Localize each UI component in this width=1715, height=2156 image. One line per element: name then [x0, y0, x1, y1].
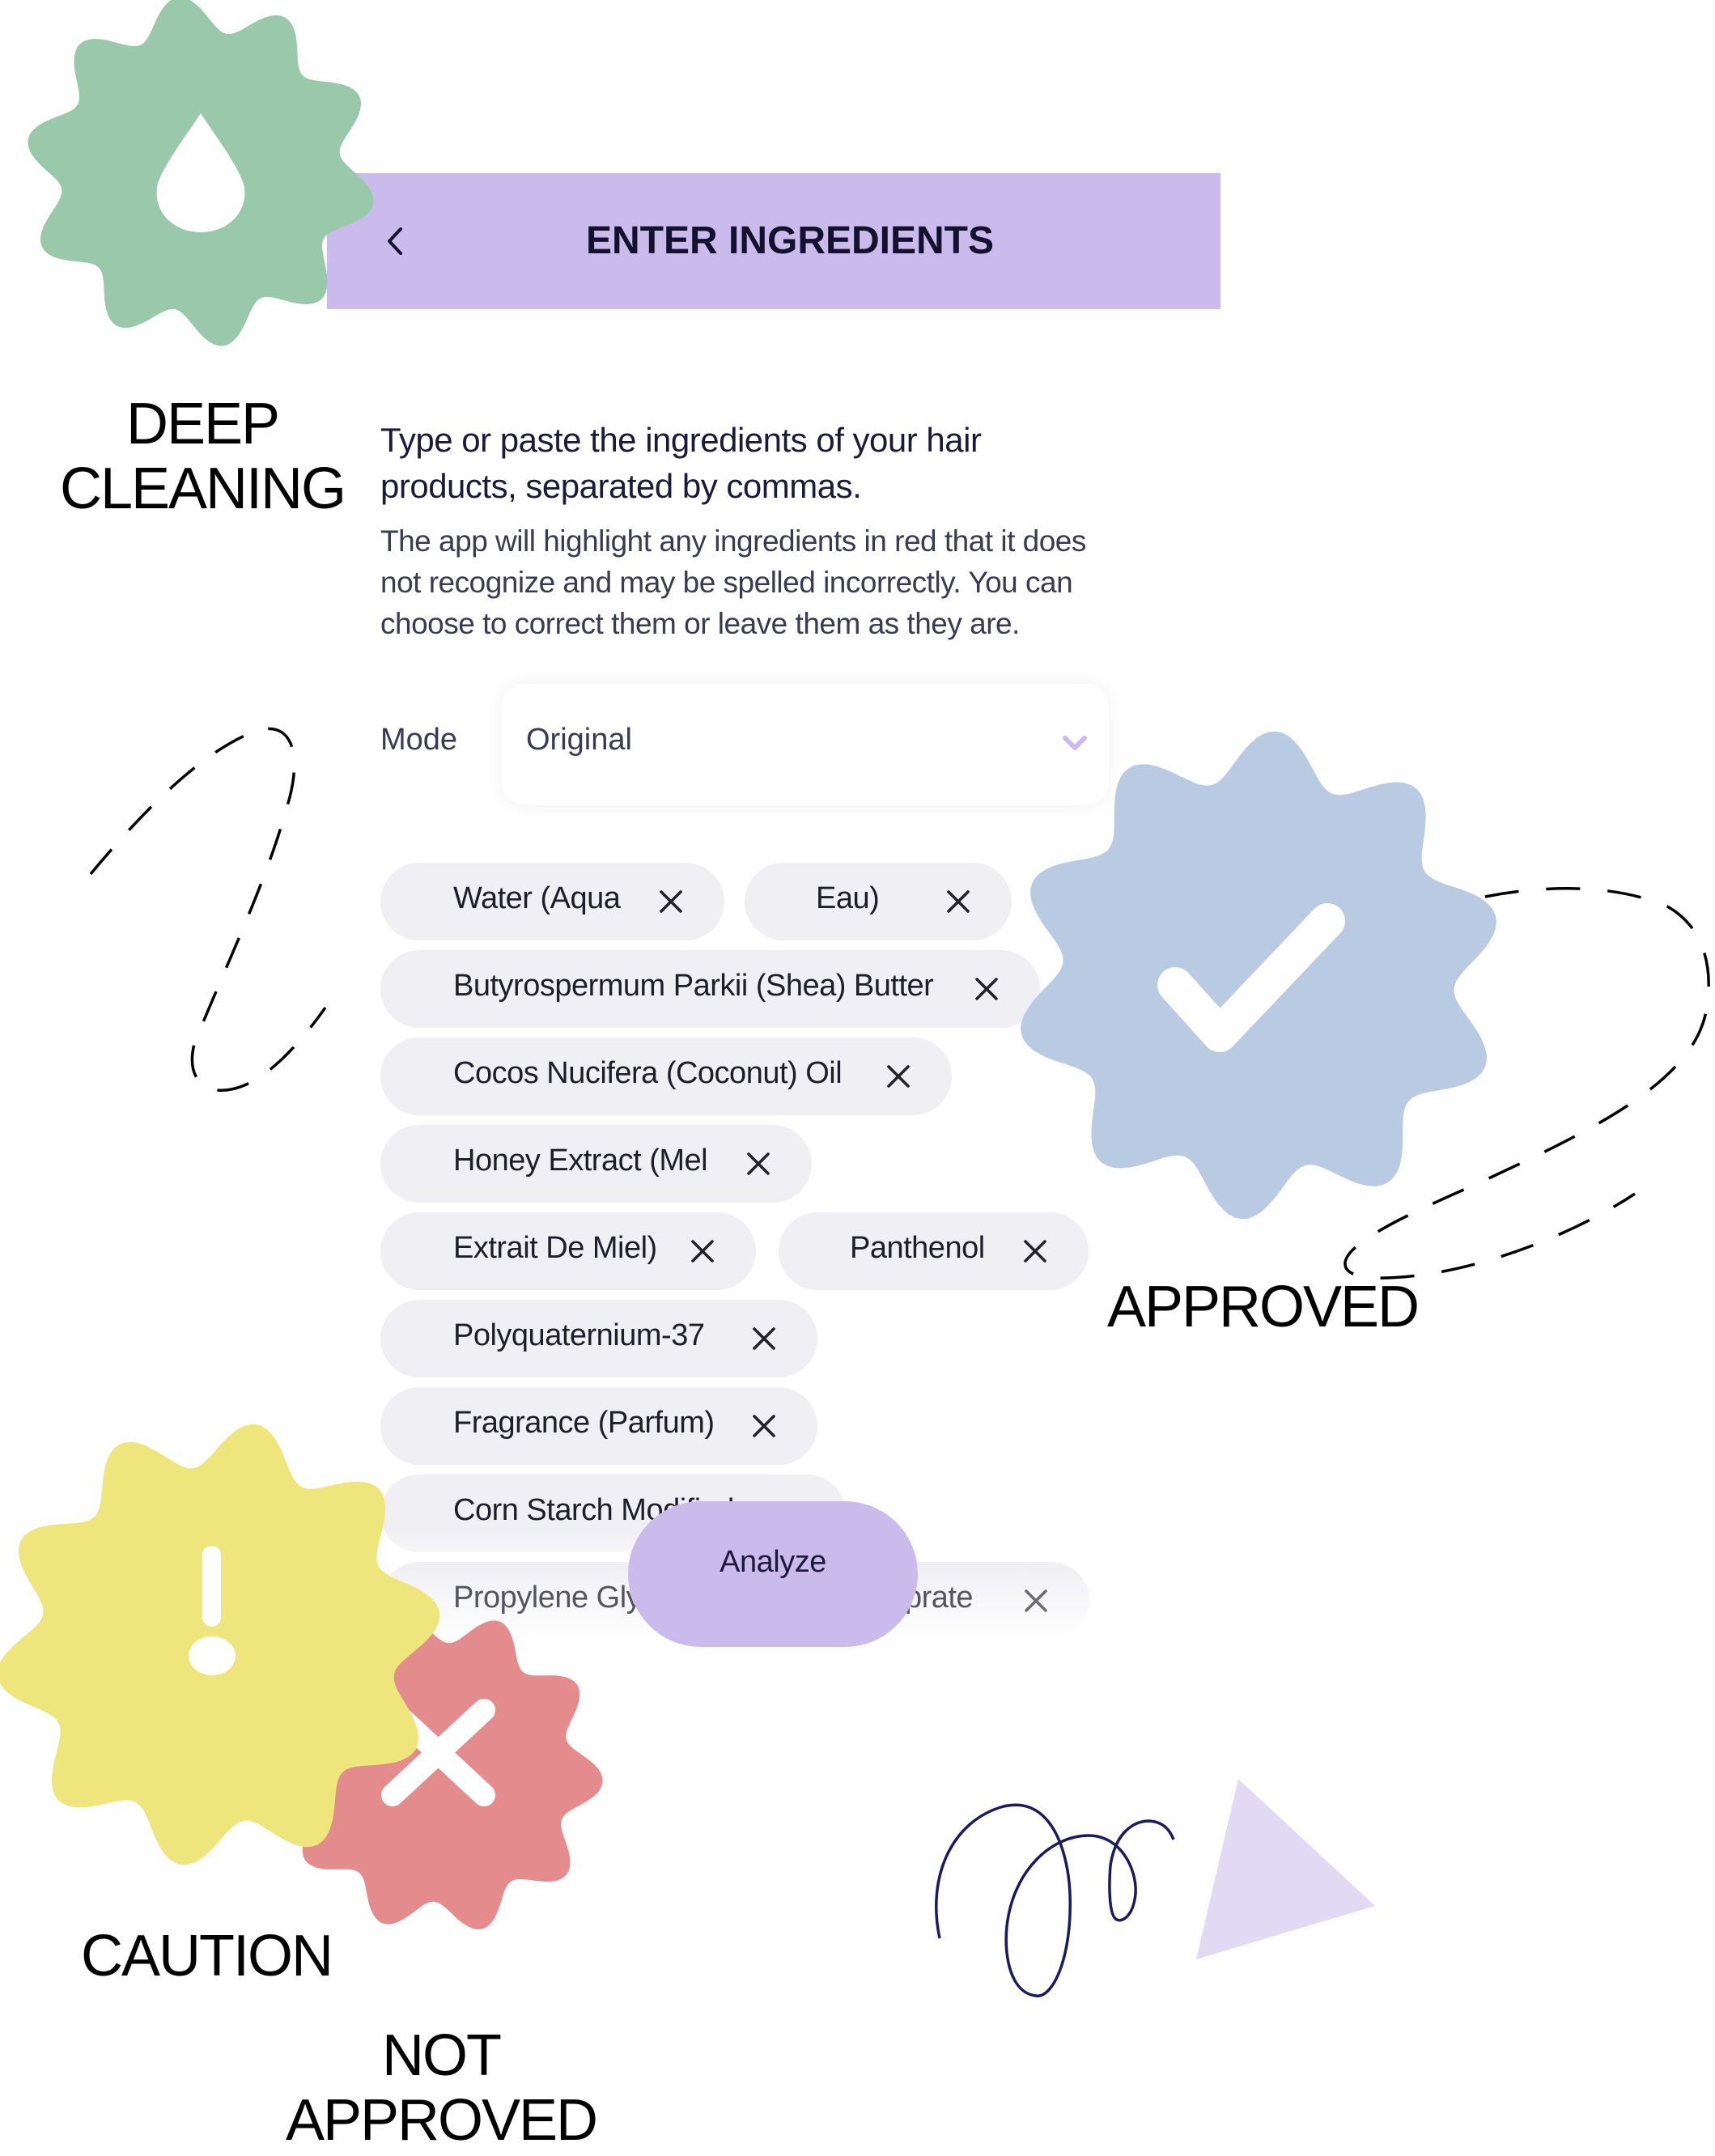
ingredient-chip[interactable]: Water (Aqua — [380, 863, 724, 940]
ingredient-chip-label: Honey Extract (Mel — [453, 1144, 708, 1178]
approved-label: APPROVED — [1106, 1275, 1420, 1339]
intro-heading: Type or paste the ingredients of your ha… — [380, 417, 1109, 509]
x-mark-icon — [381, 1699, 495, 1806]
not-approved-label: NOT APPROVED — [259, 2023, 623, 2153]
close-icon[interactable] — [1021, 1237, 1050, 1266]
analyze-button-label: Analyze — [720, 1545, 826, 1579]
page-title: ENTER INGREDIENTS — [585, 219, 995, 262]
ingredient-chip-label: Fragrance (Parfum) — [453, 1406, 715, 1440]
triangle-shape — [1196, 1779, 1375, 1959]
not-approved-line1: NOT — [382, 2023, 502, 2088]
dashed-loop-left — [89, 727, 327, 1092]
not-approved-badge — [279, 1615, 603, 1929]
approved-badge — [1021, 731, 1496, 1220]
ingredient-chip-label: Panthenol — [850, 1231, 985, 1265]
close-icon[interactable] — [749, 1411, 779, 1441]
ingredient-chip-label: Eau) — [816, 881, 880, 915]
ingredient-chip[interactable]: Extrait De Miel) — [380, 1212, 756, 1290]
dashed-loop-right — [1344, 887, 1710, 1280]
intro-heading-line2: products, separated by commas. — [380, 467, 862, 505]
intro-description: The app will highlight any ingredients i… — [380, 520, 1190, 644]
water-drop-icon — [156, 113, 245, 232]
ingredient-chip[interactable]: Cocos Nucifera (Coconut) Oil — [380, 1038, 952, 1115]
intro-body-line1: The app will highlight any ingredients i… — [380, 524, 1086, 558]
ingredient-chip-label: Butyrospermum Parkii (Shea) Butter — [453, 969, 934, 1003]
close-icon[interactable] — [972, 974, 1001, 1004]
analyze-button[interactable]: Analyze — [628, 1501, 918, 1647]
chevron-down-icon — [1063, 736, 1087, 750]
ingredient-chip[interactable]: Eau) — [745, 863, 1012, 940]
caution-badge — [0, 1424, 440, 1865]
close-icon[interactable] — [1021, 1586, 1051, 1615]
ingredient-chip[interactable]: Butyrospermum Parkii (Shea) Butter — [380, 950, 1040, 1028]
mode-label: Mode — [380, 723, 458, 757]
deep-cleaning-line2: CLEANING — [59, 456, 346, 521]
intro-body-line2: not recognize and may be spelled incorre… — [380, 566, 1073, 599]
close-icon[interactable] — [656, 887, 686, 916]
ingredient-chip[interactable]: Panthenol — [779, 1212, 1089, 1290]
ingredient-chip-label: Cocos Nucifera (Coconut) Oil — [453, 1056, 843, 1090]
ingredient-chip-label: Extrait De Miel) — [453, 1231, 657, 1265]
ingredient-chip[interactable]: Polyquaternium-37 — [380, 1300, 817, 1377]
intro-body-line3: choose to correct them or leave them as … — [380, 607, 1020, 640]
deep-cleaning-line1: DEEP — [125, 392, 280, 456]
app-header: ENTER INGREDIENTS — [327, 173, 1220, 309]
scribble-line — [935, 1803, 1175, 1997]
ingredient-chip[interactable]: Fragrance (Parfum) — [380, 1387, 817, 1465]
ingredient-chip-label: Water (Aqua — [453, 881, 621, 915]
mode-selected-value: Original — [526, 723, 632, 757]
close-icon[interactable] — [749, 1324, 779, 1353]
close-icon[interactable] — [884, 1062, 913, 1091]
deep-cleaning-badge-shape — [28, 0, 374, 346]
not-approved-line2: APPROVED — [285, 2088, 598, 2153]
close-icon[interactable] — [688, 1237, 717, 1266]
exclamation-icon — [189, 1546, 236, 1675]
intro-heading-line1: Type or paste the ingredients of your ha… — [380, 421, 982, 459]
deep-cleaning-label: DEEP CLEANING — [32, 392, 372, 521]
deep-cleaning-badge — [28, 0, 374, 346]
mode-select[interactable]: Original — [502, 684, 1109, 805]
caution-label: CAUTION — [81, 1924, 333, 1988]
water-drop-icon — [156, 113, 245, 232]
close-icon[interactable] — [744, 1149, 773, 1178]
ingredient-chip-label: Polyquaternium-37 — [453, 1318, 705, 1352]
close-icon[interactable] — [944, 887, 973, 916]
checkmark-icon — [1157, 903, 1345, 1052]
ingredient-chip[interactable]: Honey Extract (Mel — [380, 1125, 812, 1203]
